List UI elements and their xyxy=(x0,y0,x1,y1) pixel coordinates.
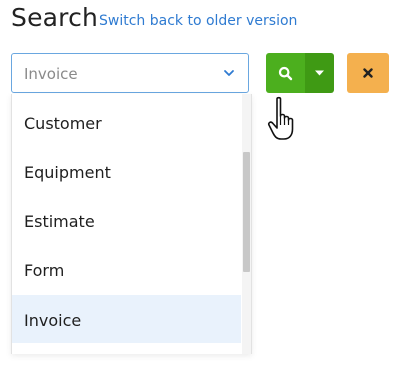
search-type-dropdown: Customer Equipment Estimate Form Invoice xyxy=(11,94,252,354)
search-type-selected-value: Invoice xyxy=(24,65,78,83)
dropdown-option-invoice[interactable]: Invoice xyxy=(12,295,241,343)
switch-version-link[interactable]: Switch back to older version xyxy=(99,13,297,29)
page-title: Search xyxy=(11,3,99,32)
dropdown-option-estimate[interactable]: Estimate xyxy=(12,196,241,244)
hand-pointer-cursor-icon xyxy=(267,96,294,140)
dropdown-option-label: Customer xyxy=(24,114,102,133)
caret-down-icon xyxy=(315,70,324,76)
clear-button[interactable] xyxy=(347,53,389,93)
scrollbar-thumb[interactable] xyxy=(243,152,250,272)
search-page: Search Switch back to older version Invo… xyxy=(0,0,393,376)
search-options-button[interactable] xyxy=(305,53,334,93)
dropdown-scrollbar[interactable] xyxy=(242,94,251,354)
dropdown-option-label: Invoice xyxy=(24,311,82,330)
search-type-select[interactable]: Invoice xyxy=(11,53,249,93)
dropdown-option-customer[interactable]: Customer xyxy=(12,98,241,146)
search-icon xyxy=(278,66,293,81)
dropdown-option-label: Estimate xyxy=(24,212,95,231)
dropdown-option-label: Form xyxy=(24,261,65,280)
dropdown-option-label: Equipment xyxy=(24,163,111,182)
chevron-down-icon xyxy=(224,70,234,76)
close-icon xyxy=(363,68,373,78)
search-button[interactable] xyxy=(266,53,305,93)
dropdown-option-equipment[interactable]: Equipment xyxy=(12,147,241,195)
dropdown-option-form[interactable]: Form xyxy=(12,245,241,293)
